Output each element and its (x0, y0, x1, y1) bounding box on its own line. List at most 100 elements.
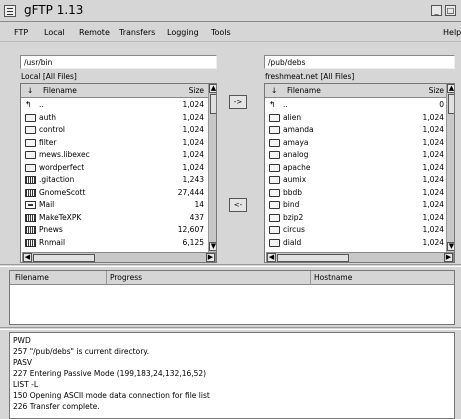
file-row[interactable]: GnomeScott 27,444 (21, 188, 216, 198)
file-size: 1,024 (182, 150, 204, 159)
sort-arrow-icon[interactable]: ↓ (27, 84, 33, 98)
local-col-size[interactable]: Size (189, 84, 204, 98)
scroll-left-icon[interactable]: ◀ (23, 253, 32, 262)
download-button[interactable]: <- (229, 198, 247, 212)
folder-icon (269, 201, 280, 209)
remote-list-header: ↓ Filename Size (265, 84, 446, 98)
file-size: 14 (194, 200, 204, 209)
file-row[interactable]: aumix 1,024 (265, 175, 454, 185)
file-row[interactable]: control 1,024 (21, 125, 216, 135)
menu-transfers[interactable]: Transfers (119, 28, 155, 37)
menu-tools[interactable]: Tools (211, 28, 231, 37)
menu-help[interactable]: Help (443, 28, 461, 37)
file-row[interactable]: Rnmail 6,125 (21, 238, 216, 248)
file-size: 1,024 (422, 212, 444, 222)
file-row[interactable]: apache 1,024 (265, 163, 454, 173)
log-line: PASV (13, 358, 33, 367)
scroll-right-icon[interactable]: ▶ (206, 253, 215, 262)
file-row[interactable]: bbdb 1,024 (265, 188, 454, 198)
menu-ftp[interactable]: FTP (14, 28, 28, 37)
log-line: 227 Entering Passive Mode (199,183,24,13… (13, 369, 207, 378)
transfer-col-progress[interactable]: Progress (106, 271, 142, 285)
file-row[interactable]: Mail 14 (21, 200, 216, 210)
folder-icon (25, 163, 36, 172)
file-row[interactable]: ↰.. 0 (265, 100, 454, 110)
file-size: 1,024 (422, 237, 444, 247)
file-name: mews.libexec (39, 150, 90, 159)
file-row[interactable]: wordperfect 1,024 (21, 163, 216, 173)
symlink-icon (25, 201, 36, 209)
minimize-button[interactable]: _ (431, 5, 442, 16)
file-size: 1,024 (422, 225, 444, 234)
folder-icon (269, 151, 280, 159)
file-row[interactable]: alien 1,024 (265, 113, 454, 123)
file-row[interactable]: diald 1,024 (265, 238, 454, 248)
parent-dir-icon: ↰ (25, 100, 32, 109)
scroll-up-icon[interactable]: ▲ (447, 84, 454, 93)
menu-logging[interactable]: Logging (167, 28, 199, 37)
file-row[interactable]: mews.libexec 1,024 (21, 150, 216, 160)
file-row[interactable]: ↰.. 1,024 (21, 100, 216, 110)
sort-arrow-icon[interactable]: ↓ (271, 84, 277, 98)
file-name: .. (39, 100, 44, 109)
remote-pane-label: freshmeat.net [All Files] (265, 72, 355, 81)
transfer-list-header: Filename Progress Hostname (10, 271, 454, 285)
file-name: amanda (283, 125, 314, 134)
file-size: 1,243 (182, 175, 204, 184)
upload-button[interactable]: -> (229, 95, 247, 109)
file-row[interactable]: amaya 1,024 (265, 138, 454, 148)
file-row[interactable]: .gitaction 1,243 (21, 175, 216, 185)
local-file-list[interactable]: ↓ Filename Size ↰.. 1,024 auth 1,024 control… (20, 83, 217, 263)
scroll-thumb[interactable] (210, 94, 216, 114)
file-row[interactable]: auth 1,024 (21, 113, 216, 123)
file-row[interactable]: filter 1,024 (21, 138, 216, 148)
log-line: 150 Opening ASCII mode data connection f… (13, 391, 210, 400)
remote-horizontal-scrollbar[interactable]: ◀ ▶ (266, 252, 454, 262)
local-horizontal-scrollbar[interactable]: ◀ ▶ (22, 252, 216, 262)
file-name: alien (283, 112, 302, 122)
scroll-thumb[interactable] (448, 94, 454, 114)
file-row[interactable]: circus 1,024 (265, 225, 454, 235)
window-menu-icon[interactable] (4, 5, 16, 17)
menu-local[interactable]: Local (44, 28, 65, 37)
local-path-input[interactable]: /usr/bin (20, 55, 217, 69)
menu-remote[interactable]: Remote (79, 28, 110, 37)
remote-path-input[interactable]: /pub/debs (264, 55, 455, 69)
scroll-down-icon[interactable]: ▼ (447, 242, 454, 251)
remote-col-size[interactable]: Size (429, 84, 444, 98)
scroll-up-icon[interactable]: ▲ (209, 84, 216, 93)
file-row[interactable]: MakeTeXPK 437 (21, 213, 216, 223)
folder-icon (269, 176, 280, 184)
folder-icon (269, 113, 280, 122)
scroll-thumb[interactable] (277, 254, 349, 262)
file-name: Mail (39, 200, 55, 209)
pane-divider[interactable] (0, 264, 461, 267)
local-col-filename[interactable]: Filename (43, 84, 77, 98)
executable-icon (25, 238, 36, 247)
transfer-list[interactable]: Filename Progress Hostname (9, 270, 455, 325)
transfer-col-filename[interactable]: Filename (15, 271, 49, 285)
file-row[interactable]: bind 1,024 (265, 200, 454, 210)
remote-file-list[interactable]: ↓ Filename Size ↰.. 0 alien 1,024 amanda 1,02… (264, 83, 455, 263)
log-line: LIST -L (13, 380, 39, 389)
file-size: 1,024 (422, 175, 444, 184)
file-row[interactable]: Pnews 12,607 (21, 225, 216, 235)
log-divider[interactable] (0, 327, 461, 330)
file-row[interactable]: analog 1,024 (265, 150, 454, 160)
scroll-left-icon[interactable]: ◀ (267, 253, 276, 262)
scroll-right-icon[interactable]: ▶ (444, 253, 453, 262)
scroll-down-icon[interactable]: ▼ (209, 242, 216, 251)
executable-icon (25, 176, 36, 184)
local-vertical-scrollbar[interactable]: ▲ ▼ (208, 84, 216, 252)
log-view[interactable]: PWD 257 "/pub/debs" is current directory.… (9, 332, 455, 419)
folder-icon (25, 126, 36, 134)
transfer-col-hostname[interactable]: Hostname (310, 271, 352, 285)
scroll-thumb[interactable] (33, 254, 95, 262)
file-row[interactable]: amanda 1,024 (265, 125, 454, 135)
local-list-header: ↓ Filename Size (21, 84, 208, 98)
remote-col-filename[interactable]: Filename (287, 84, 321, 98)
remote-vertical-scrollbar[interactable]: ▲ ▼ (446, 84, 454, 252)
file-row[interactable]: bzip2 1,024 (265, 213, 454, 223)
maximize-button[interactable]: □ (445, 5, 456, 16)
file-name: control (39, 125, 65, 134)
